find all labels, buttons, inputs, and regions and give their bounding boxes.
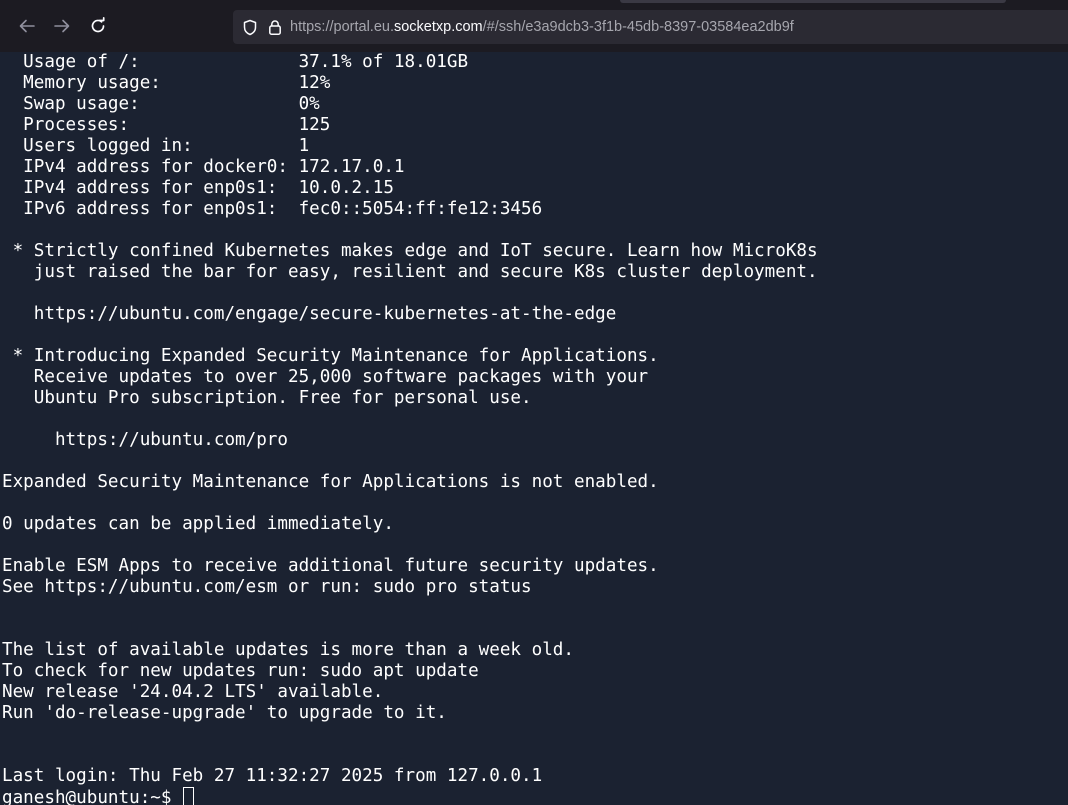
url-text[interactable]: https://portal.eu.socketxp.com/#/ssh/e3a…: [290, 19, 794, 35]
terminal-line: IPv4 address for enp0s1: 10.0.2.15: [2, 178, 394, 198]
shell-prompt: ganesh@ubuntu:~$: [2, 788, 183, 805]
terminal-line: Last login: Thu Feb 27 11:32:27 2025 fro…: [2, 766, 543, 786]
lock-icon[interactable]: [268, 19, 282, 36]
terminal-line: To check for new updates run: sudo apt u…: [2, 661, 479, 681]
terminal-line: Expanded Security Maintenance for Applic…: [2, 472, 659, 492]
terminal-line: Enable ESM Apps to receive additional fu…: [2, 556, 659, 576]
terminal-line: Processes: 125: [2, 115, 331, 135]
back-button[interactable]: [12, 11, 42, 41]
terminal-line: See https://ubuntu.com/esm or run: sudo …: [2, 577, 532, 597]
browser-toolbar: https://portal.eu.socketxp.com/#/ssh/e3a…: [0, 0, 1068, 52]
terminal-line: * Strictly confined Kubernetes makes edg…: [2, 241, 818, 261]
terminal-line: The list of available updates is more th…: [2, 640, 574, 660]
terminal-line: IPv6 address for enp0s1: fec0::5054:ff:f…: [2, 199, 543, 219]
terminal-line: Run 'do-release-upgrade' to upgrade to i…: [2, 703, 447, 723]
terminal-line: 0 updates can be applied immediately.: [2, 514, 394, 534]
terminal-line: IPv4 address for docker0: 172.17.0.1: [2, 157, 405, 177]
forward-button[interactable]: [47, 11, 77, 41]
tab-strip: [620, 0, 1006, 3]
terminal-line: Receive updates to over 25,000 software …: [2, 367, 649, 387]
terminal-line: Users logged in: 1: [2, 136, 310, 156]
url-prefix: https://portal.eu.: [290, 19, 394, 35]
terminal-prompt-line[interactable]: ganesh@ubuntu:~$: [2, 787, 1068, 805]
reload-icon: [91, 17, 105, 33]
arrow-left-icon: [19, 19, 35, 33]
terminal-line: * Introducing Expanded Security Maintena…: [2, 346, 659, 366]
terminal-screen[interactable]: Usage of /: 37.1% of 18.01GB Memory usag…: [0, 52, 1068, 805]
arrow-right-icon: [54, 19, 70, 33]
terminal-output: Usage of /: 37.1% of 18.01GB Memory usag…: [0, 52, 1068, 805]
shield-icon[interactable]: [242, 19, 258, 36]
address-bar[interactable]: https://portal.eu.socketxp.com/#/ssh/e3a…: [233, 10, 1068, 44]
terminal-line: https://ubuntu.com/pro: [2, 430, 288, 450]
terminal-line: Memory usage: 12%: [2, 73, 331, 93]
terminal-line: just raised the bar for easy, resilient …: [2, 262, 818, 282]
reload-button[interactable]: [83, 11, 113, 41]
terminal-line: Ubuntu Pro subscription. Free for person…: [2, 388, 532, 408]
terminal-line: https://ubuntu.com/engage/secure-kuberne…: [2, 304, 617, 324]
terminal-line: Usage of /: 37.1% of 18.01GB: [2, 52, 469, 72]
url-path: /#/ssh/e3a9dcb3-3f1b-45db-8397-03584ea2d…: [482, 19, 794, 35]
terminal-cursor[interactable]: [183, 787, 195, 805]
url-host: socketxp.com: [393, 19, 483, 35]
terminal-line: New release '24.04.2 LTS' available.: [2, 682, 384, 702]
terminal-line: Swap usage: 0%: [2, 94, 320, 114]
